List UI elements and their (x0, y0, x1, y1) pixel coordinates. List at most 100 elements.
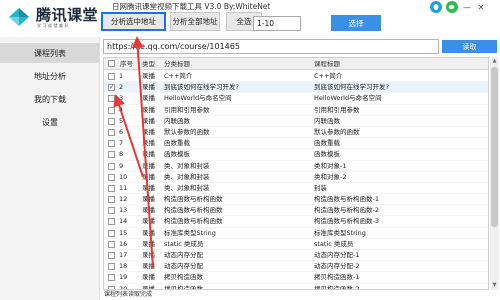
app-title: 日网腾讯课堂视频下载工具 V3.0 By:WhiteNet (112, 2, 271, 11)
scroll-down-icon[interactable]: ▼ (490, 281, 499, 290)
column-header-no[interactable]: 序号 (120, 58, 133, 70)
row-checkbox[interactable] (108, 106, 115, 114)
table-row[interactable]: 10 录播 类、对象和封装 类和对象-2 (104, 172, 488, 183)
table-row[interactable]: 19 录播 拷贝构造函数 拷贝构造函数-1 (104, 272, 488, 284)
row-category: 构造函数与析构函数 (164, 217, 223, 226)
sidebar-item-my-downloads[interactable]: 我的下载 (0, 89, 100, 109)
course-url-input[interactable]: https://ke.qq.com/course/101465 (103, 39, 439, 54)
row-checkbox[interactable] (108, 218, 115, 226)
row-type: 录播 (142, 127, 155, 136)
table-row[interactable]: 4 录播 引用和引用参数 引用和引用参数 (104, 105, 488, 116)
row-number: 5 (119, 116, 124, 125)
row-type: 录播 (142, 239, 155, 248)
column-header-title[interactable]: 课程标题 (314, 58, 340, 70)
row-checkbox[interactable] (108, 128, 115, 136)
row-title: 默认参数的函数 (314, 127, 360, 136)
minimize-button[interactable]: — (462, 1, 472, 13)
row-checkbox[interactable] (108, 173, 115, 181)
row-checkbox[interactable] (108, 95, 115, 103)
sidebar-item-settings[interactable]: 设置 (0, 112, 100, 132)
row-checkbox[interactable] (108, 73, 115, 80)
row-category: C++简介 (164, 72, 193, 80)
row-checkbox[interactable] (108, 151, 115, 159)
logo-mark-icon (9, 8, 29, 26)
analyze-all-button[interactable]: 分析全部地址 (170, 12, 220, 31)
range-input[interactable]: 1-10 (253, 16, 301, 31)
row-title: 动态内存分配-1 (314, 251, 360, 259)
row-title: 函数重载 (314, 139, 340, 148)
row-category: 函数重载 (164, 139, 190, 148)
table-row[interactable]: 11 录播 类、对象和封装 封装 (104, 183, 488, 195)
row-category: 动态内存分配 (164, 251, 203, 259)
row-type: 录播 (142, 183, 155, 192)
row-title: 函数模板 (314, 150, 340, 159)
row-number: 2 (119, 83, 124, 92)
table-row[interactable]: 9 录播 类、对象和封装 类和对象-1 (104, 161, 488, 172)
table-header: 序号 类型 分类标题 课程标题 (104, 58, 488, 70)
table-row[interactable]: 7 录播 函数重载 函数重载 (104, 138, 488, 150)
row-checkbox[interactable] (108, 240, 115, 248)
row-checkbox[interactable] (108, 263, 115, 271)
table-row[interactable]: 8 录播 函数模板 函数模板 (104, 149, 488, 161)
table-row[interactable]: 6 录播 默认参数的函数 默认参数的函数 (104, 127, 488, 139)
close-button[interactable]: ✕ (476, 1, 486, 13)
sidebar: 课程列表 地址分析 我的下载 设置 (0, 37, 100, 300)
table-row[interactable]: 13 录播 构造函数与析构函数 构造函数与析构函数-2 (104, 205, 488, 217)
row-number: 4 (119, 105, 124, 114)
scroll-up-icon[interactable]: ▲ (490, 57, 499, 66)
row-title: 构造函数与析构函数-2 (314, 206, 379, 215)
read-button[interactable]: 读取 (442, 40, 497, 53)
row-number: 13 (119, 206, 128, 215)
row-checkbox[interactable] (108, 252, 115, 259)
row-type: 录播 (142, 217, 155, 226)
table-scrollbar[interactable]: ▲ ▼ (490, 57, 499, 290)
sidebar-item-address-analysis[interactable]: 地址分析 (0, 66, 100, 86)
row-category: 类、对象和封装 (164, 172, 210, 181)
table-row[interactable]: 5 录播 内联函数 内联函数 (104, 116, 488, 127)
wechat-icon[interactable] (446, 1, 458, 13)
row-number: 12 (119, 195, 128, 204)
scroll-thumb[interactable] (491, 67, 498, 227)
table-row[interactable]: 18 录播 动态内存分配 动态内存分配-2 (104, 261, 488, 273)
row-type: 录播 (142, 195, 155, 204)
row-category: 函数模板 (164, 150, 190, 159)
row-checkbox[interactable] (108, 229, 115, 237)
column-header-category[interactable]: 分类标题 (164, 58, 190, 70)
table-row[interactable]: 14 录播 构造函数与析构函数 构造函数与析构函数-3 (104, 216, 488, 228)
row-checkbox[interactable] (108, 140, 115, 148)
row-checkbox[interactable] (108, 162, 115, 170)
row-checkbox[interactable] (108, 184, 115, 192)
analyze-selected-button[interactable]: 分析选中地址 (101, 12, 166, 31)
window-controls: — ✕ (430, 0, 486, 14)
row-checkbox[interactable] (108, 117, 115, 125)
row-title: 构造函数与析构函数-1 (314, 195, 379, 204)
sidebar-item-course-list[interactable]: 课程列表 (0, 43, 100, 63)
column-header-type[interactable]: 类型 (142, 58, 155, 70)
choose-button[interactable]: 选择 (331, 15, 381, 31)
table-row[interactable]: 16 录播 static 类成员 static 类成员 (104, 239, 488, 250)
row-type: 录播 (142, 273, 155, 282)
row-title: HelloWorld与命名空间 (314, 94, 382, 103)
table-row[interactable]: 3 录播 HelloWorld与命名空间 HelloWorld与命名空间 (104, 93, 488, 105)
select-all-checkbox[interactable] (108, 60, 115, 67)
row-number: 9 (119, 161, 124, 170)
row-number: 14 (119, 217, 128, 226)
row-checkbox[interactable]: ✓ (108, 84, 115, 92)
row-checkbox[interactable] (108, 196, 115, 204)
table-row[interactable]: ✓ 2 录播 到底该如何在线学习开发? 到底该如何在线学习开发? (104, 82, 488, 94)
row-number: 11 (119, 183, 128, 192)
row-number: 8 (119, 150, 124, 159)
row-checkbox[interactable] (108, 274, 115, 282)
row-category: 到底该如何在线学习开发? (164, 83, 239, 92)
row-type: 录播 (142, 105, 155, 114)
table-row[interactable]: 17 录播 动态内存分配 动态内存分配-1 (104, 250, 488, 262)
row-checkbox[interactable] (108, 207, 115, 215)
row-category: 构造函数与析构函数 (164, 206, 223, 215)
table-row[interactable]: 1 录播 C++简介 C++简介 (104, 71, 488, 83)
table-row[interactable]: 12 录播 构造函数与析构函数 构造函数与析构函数-1 (104, 194, 488, 206)
row-type: 录播 (142, 172, 155, 181)
table-row[interactable]: 15 录播 标准库类型String 标准库类型String (104, 228, 488, 239)
qq-icon[interactable] (430, 1, 442, 13)
row-title: 类和对象-1 (314, 161, 347, 170)
main-panel: https://ke.qq.com/course/101465 读取 序号 类型… (101, 37, 500, 300)
